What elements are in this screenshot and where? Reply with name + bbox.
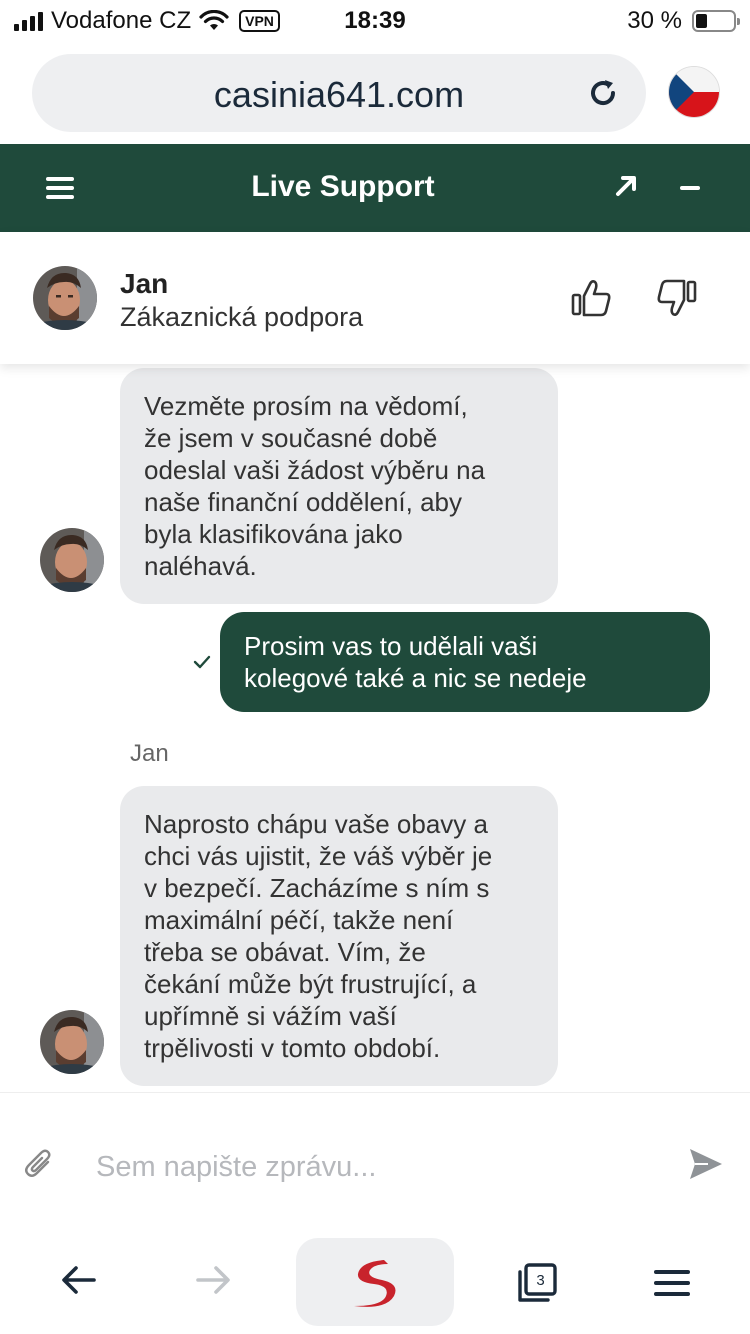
browser-logo-button[interactable] [296, 1238, 454, 1326]
minimize-icon[interactable] [680, 186, 700, 190]
menu-icon[interactable] [654, 1270, 690, 1303]
user-message: Prosim vas to udělali vaši kolegové také… [220, 612, 710, 712]
battery-percent: 30 % [627, 7, 682, 34]
tabs-icon[interactable]: 3 [516, 1262, 558, 1304]
browser-toolbar: 3 [0, 1222, 750, 1334]
header-title: Live Support [251, 170, 435, 203]
check-icon [193, 655, 211, 669]
send-icon[interactable] [688, 1147, 724, 1181]
agent-name: Jan [120, 268, 169, 299]
status-right: 30 % [627, 7, 740, 35]
agent-message: Vezměte prosím na vědomí, že jsem v souč… [120, 368, 558, 604]
url-text[interactable]: casinia641.com [32, 74, 646, 116]
chat-messages[interactable]: Vezměte prosím na vědomí, že jsem v souč… [0, 364, 750, 1092]
back-arrow-icon[interactable] [60, 1264, 98, 1296]
status-bar: Vodafone CZ VPN 18:39 30 % [0, 0, 750, 42]
agent-message-avatar [40, 528, 104, 592]
agent-avatar [33, 266, 97, 330]
agent-info-bar: Jan Zákaznická podpora [0, 232, 750, 364]
message-sender-label: Jan [130, 740, 169, 767]
paperclip-icon[interactable] [24, 1147, 54, 1181]
agent-message-avatar [40, 1010, 104, 1074]
reload-icon[interactable] [586, 76, 620, 110]
browser-logo-icon [354, 1260, 396, 1307]
thumbs-down-icon[interactable] [654, 278, 698, 318]
agent-role: Zákaznická podpora [120, 302, 364, 332]
thumbs-up-icon[interactable] [570, 278, 614, 318]
forward-arrow-icon[interactable] [194, 1264, 232, 1296]
message-input[interactable] [96, 1145, 656, 1189]
message-composer [0, 1092, 750, 1222]
address-bar[interactable]: casinia641.com [32, 54, 646, 132]
czech-flag-icon[interactable] [668, 66, 720, 118]
agent-message: Naprosto chápu vaše obavy a chci vás uji… [120, 786, 558, 1086]
tab-count: 3 [536, 1272, 544, 1289]
battery-icon [692, 10, 740, 32]
arrow-up-right-icon[interactable] [612, 172, 640, 200]
